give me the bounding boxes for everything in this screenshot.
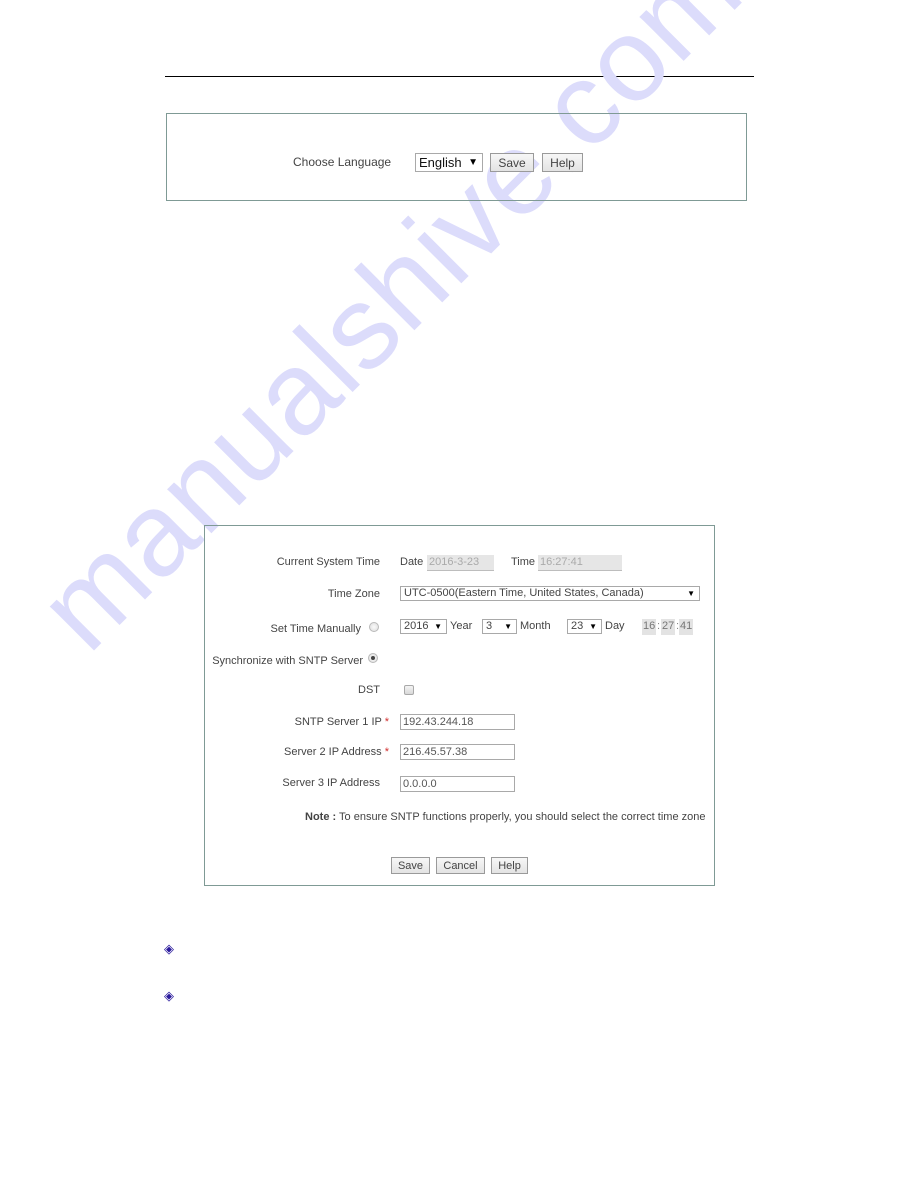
choose-language-label: Choose Language: [293, 155, 392, 169]
current-system-time-label: Current System Time: [276, 556, 380, 568]
date-label: Date: [400, 556, 424, 568]
time-settings-panel: Current System Time Date 2016-3-23 Time …: [204, 525, 715, 886]
chevron-down-icon: ▼: [434, 622, 442, 631]
cancel-button[interactable]: Cancel: [436, 857, 485, 874]
note-prefix: Note :: [305, 811, 337, 823]
language-select[interactable]: English ▼: [415, 153, 483, 172]
server-3-label: Server 3 IP Address: [282, 777, 380, 789]
current-date-field: 2016-3-23: [427, 555, 494, 571]
server-2-label-text: Server 2 IP Address: [284, 746, 382, 758]
set-time-manually-label: Set Time Manually: [270, 623, 361, 635]
language-select-value: English: [419, 155, 462, 170]
month-label: Month: [520, 620, 551, 632]
time-zone-label: Time Zone: [327, 588, 380, 600]
minute-field[interactable]: 27: [661, 619, 676, 635]
time-zone-select[interactable]: UTC-0500(Eastern Time, United States, Ca…: [400, 586, 700, 601]
required-asterisk: *: [384, 716, 389, 728]
time-label: Time: [511, 556, 536, 568]
required-asterisk: *: [384, 746, 389, 758]
page-header-rule: [165, 76, 754, 77]
dst-checkbox[interactable]: [404, 685, 414, 695]
month-select[interactable]: 3 ▼: [482, 619, 517, 634]
server-3-input[interactable]: 0.0.0.0: [400, 776, 515, 792]
chevron-down-icon: ▼: [504, 622, 512, 631]
diamond-bullet-icon: ◈: [164, 988, 174, 1003]
diamond-bullet-icon: ◈: [164, 941, 174, 956]
note-text: To ensure SNTP functions properly, you s…: [339, 811, 706, 823]
help-button[interactable]: Help: [491, 857, 528, 874]
year-select-value: 2016: [404, 620, 429, 632]
language-save-button[interactable]: Save: [490, 153, 534, 172]
server-2-input[interactable]: 216.45.57.38: [400, 744, 515, 760]
sntp-server-1-input[interactable]: 192.43.244.18: [400, 714, 515, 730]
chevron-down-icon: ▼: [468, 157, 478, 168]
chevron-down-icon: ▼: [687, 589, 695, 598]
year-select[interactable]: 2016 ▼: [400, 619, 447, 634]
day-select[interactable]: 23 ▼: [567, 619, 602, 634]
day-label: Day: [605, 620, 625, 632]
server-2-label: Server 2 IP Address *: [284, 746, 389, 758]
language-panel: Choose Language English ▼ Save Help: [166, 113, 747, 201]
sync-sntp-label: Synchronize with SNTP Server: [212, 655, 363, 667]
current-time-field: 16:27:41: [538, 555, 622, 571]
chevron-down-icon: ▼: [589, 622, 597, 631]
sync-sntp-radio[interactable]: [368, 653, 378, 663]
sntp-note: Note : To ensure SNTP functions properly…: [305, 811, 705, 823]
second-field[interactable]: 41: [679, 619, 694, 635]
sntp-server-1-label: SNTP Server 1 IP *: [295, 716, 389, 728]
day-select-value: 23: [571, 620, 584, 632]
save-button[interactable]: Save: [391, 857, 430, 874]
language-help-button[interactable]: Help: [542, 153, 583, 172]
hour-field[interactable]: 16: [642, 619, 657, 635]
time-separator: :: [657, 620, 661, 632]
dst-label: DST: [358, 684, 380, 696]
year-label: Year: [450, 620, 473, 632]
sntp-server-1-label-text: SNTP Server 1 IP: [294, 716, 382, 728]
set-time-manually-radio[interactable]: [369, 622, 379, 632]
month-select-value: 3: [486, 620, 493, 632]
time-zone-select-value: UTC-0500(Eastern Time, United States, Ca…: [404, 587, 644, 599]
